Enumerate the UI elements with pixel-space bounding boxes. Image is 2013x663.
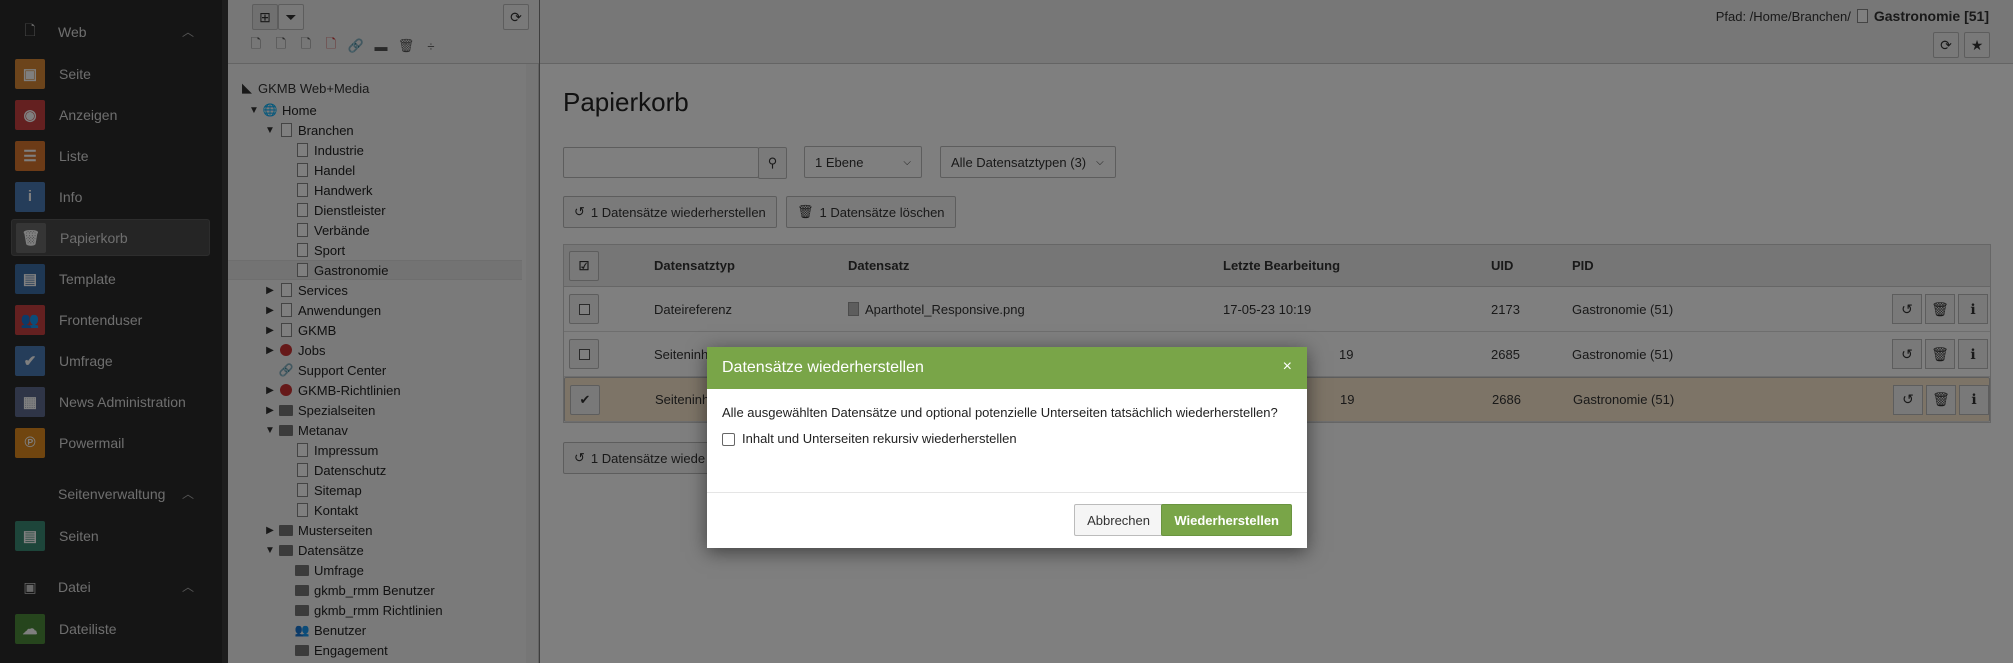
dialog-footer: Abbrechen Wiederherstellen <box>707 493 1307 547</box>
close-icon[interactable]: × <box>1283 358 1292 376</box>
restore-dialog: Datensätze wiederherstellen × Alle ausge… <box>707 347 1307 548</box>
dialog-header: Datensätze wiederherstellen × <box>707 347 1307 389</box>
recursive-restore-option[interactable]: Inhalt und Unterseiten rekursiv wiederhe… <box>722 430 1292 448</box>
dialog-body: Alle ausgewählten Datensätze und optiona… <box>707 389 1307 493</box>
recursive-restore-checkbox[interactable] <box>722 432 735 446</box>
cancel-button[interactable]: Abbrechen <box>1074 504 1163 536</box>
modal-backdrop[interactable] <box>0 0 2013 663</box>
dialog-title: Datensätze wiederherstellen <box>722 359 924 376</box>
dialog-message: Alle ausgewählten Datensätze und optiona… <box>722 405 1278 420</box>
restore-confirm-button[interactable]: Wiederherstellen <box>1161 504 1292 536</box>
